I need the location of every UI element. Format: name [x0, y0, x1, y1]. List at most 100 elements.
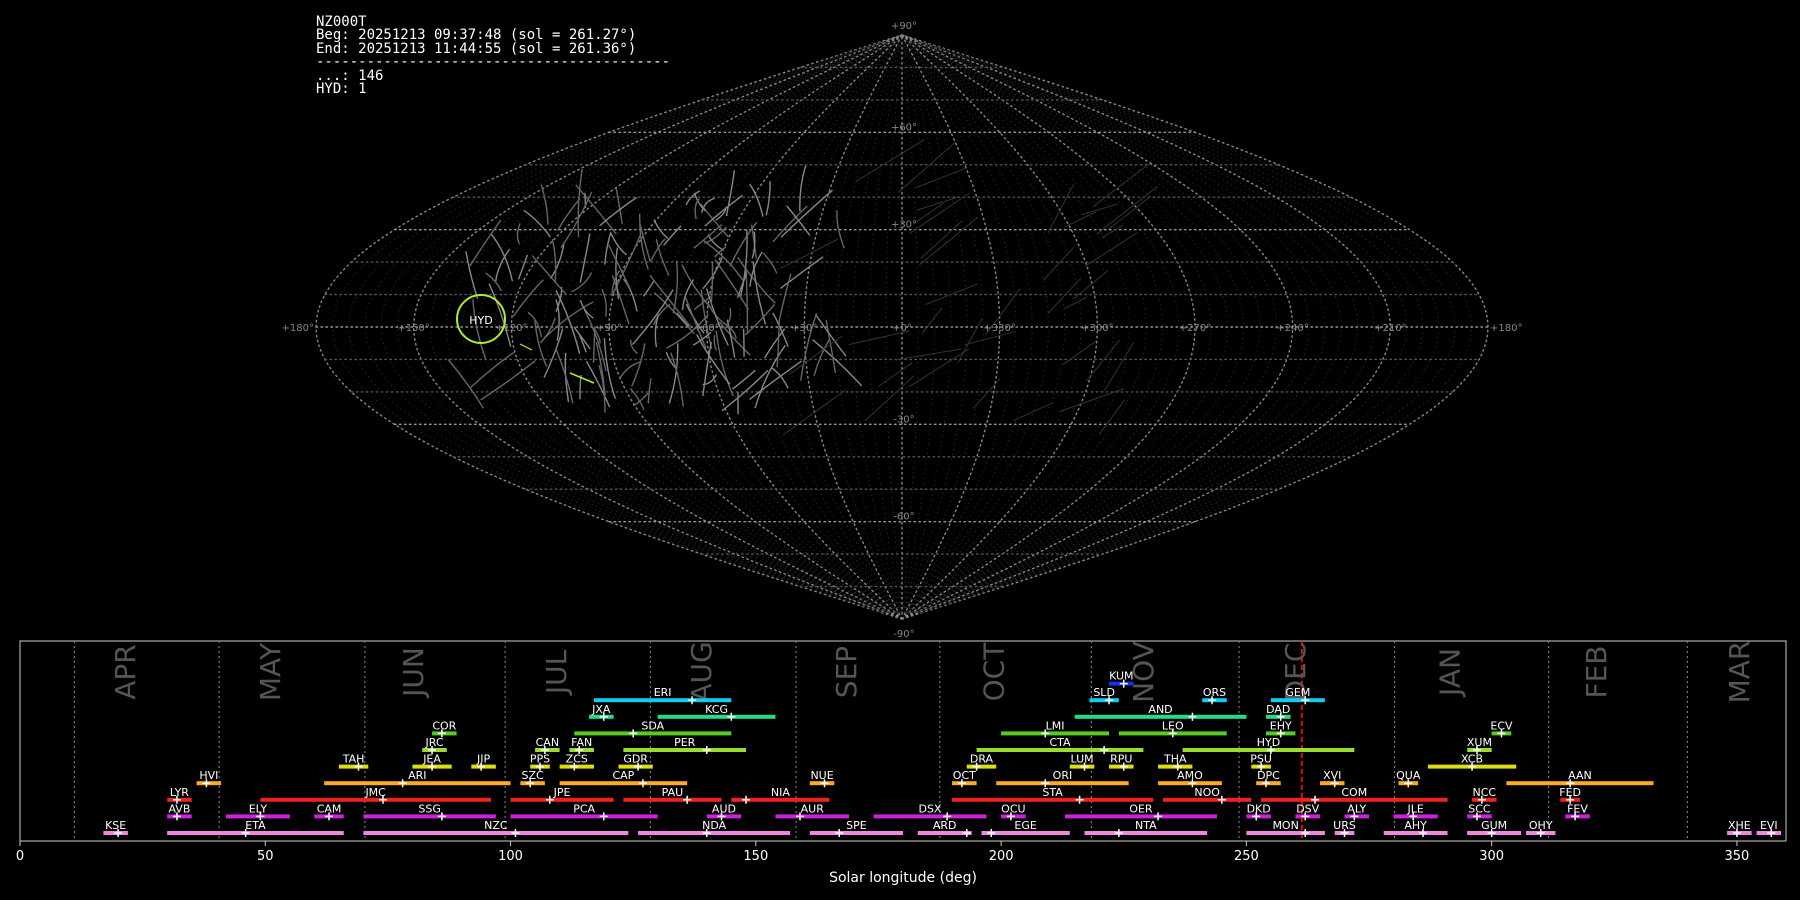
lon-tick-label: +150°	[397, 323, 429, 334]
shower-peak-marker	[972, 762, 981, 771]
shower-peak-marker	[1266, 746, 1275, 754]
shower-label: JIP	[476, 753, 490, 766]
meteor-track	[575, 184, 617, 235]
shower-peak-marker	[511, 829, 520, 837]
month-label: JAN	[1434, 648, 1467, 698]
shower-peak-marker	[477, 762, 486, 771]
shower-label: AUD	[712, 802, 736, 815]
meteor-track	[470, 351, 516, 389]
meteor-track	[786, 205, 811, 236]
shower-bar	[1158, 781, 1222, 786]
shower-bar	[775, 814, 850, 819]
shower-label: FED	[1559, 786, 1581, 799]
meteor-track	[512, 279, 544, 317]
shower-label: ALY	[1347, 802, 1366, 815]
shower-bar	[1266, 714, 1291, 719]
shower-bar	[1319, 781, 1345, 786]
shower-peak-marker	[1075, 795, 1084, 804]
shower-peak-marker	[629, 729, 638, 738]
shower-bar	[422, 748, 447, 752]
shower-peak-marker	[1257, 762, 1266, 771]
shower-label: EVI	[1760, 819, 1778, 832]
shower-peak-marker	[835, 829, 844, 837]
meteor-track-faint	[782, 389, 846, 436]
x-tick-label: 350	[1725, 849, 1750, 864]
shower-peak-marker	[1418, 829, 1427, 837]
shower-peak-marker	[702, 746, 711, 754]
meteor-track-faint	[877, 362, 913, 388]
shower-label: GEM	[1285, 686, 1310, 699]
shower-label: STA	[1042, 786, 1063, 799]
shower-peak-marker	[1477, 795, 1486, 804]
shower-peak-marker	[437, 729, 446, 738]
meteor-track-faint	[916, 196, 959, 211]
shower-label: PPS	[530, 753, 550, 766]
shower-label: DKD	[1247, 802, 1271, 815]
shower-peak-marker	[1080, 762, 1089, 771]
shower-label: SPE	[846, 819, 867, 832]
meteor-track	[663, 225, 682, 246]
shower-label: LMI	[1046, 719, 1065, 732]
shower-label: KCG	[705, 703, 728, 716]
meteor-track-faint	[894, 348, 962, 361]
lat-tick-label: -30°	[893, 414, 914, 425]
shower-bar	[1084, 831, 1208, 835]
shower-label: OER	[1129, 802, 1153, 815]
meteor-track	[701, 197, 715, 213]
shower-label: NDA	[702, 819, 727, 832]
meteor-track	[577, 168, 583, 238]
month-label: FEB	[1580, 645, 1613, 698]
shower-label: KSE	[105, 819, 126, 832]
shower-bar	[1560, 797, 1580, 802]
shower-bar	[731, 797, 830, 802]
radiant-label: HYD	[469, 314, 492, 327]
meteor-track	[647, 378, 652, 404]
shower-peak-marker	[241, 829, 250, 837]
shower-bar	[559, 764, 594, 769]
lon-tick-label: +210°	[1374, 323, 1406, 334]
shower-peak-marker	[1168, 729, 1177, 738]
meteor-track	[573, 326, 591, 350]
shower-peak-marker	[1276, 729, 1285, 738]
shower-label: GDR	[623, 753, 648, 766]
meteor-track-faint	[1107, 196, 1151, 231]
shower-peak-marker	[702, 829, 711, 837]
shower-label: GUM	[1481, 819, 1507, 832]
month-label: SEP	[830, 646, 863, 698]
x-axis-label: Solar longitude (deg)	[829, 870, 977, 886]
shower-peak-marker	[575, 746, 584, 754]
meteor-track	[681, 264, 712, 309]
shower-bar	[520, 781, 545, 786]
shower-bar	[1246, 831, 1325, 835]
shower-label: PSU	[1250, 753, 1272, 766]
shower-label: FAN	[571, 736, 592, 749]
shower-label: NZC	[484, 819, 508, 832]
shower-peak-marker	[1301, 812, 1310, 821]
shower-bar	[1074, 714, 1247, 719]
shower-peak-marker	[535, 762, 544, 771]
shower-label: NIA	[771, 786, 790, 799]
shower-label: JRC	[425, 736, 444, 749]
shower-label: AVB	[168, 802, 190, 815]
shower-label: SCC	[1468, 802, 1491, 815]
shower-label: XVI	[1323, 769, 1341, 782]
shower-label: AAN	[1568, 769, 1592, 782]
meteor-track	[703, 240, 744, 281]
shower-label: JMC	[364, 786, 386, 799]
shower-bar	[167, 831, 344, 835]
month-labels: APR MAY JUN JUL AUG SEP OCT NOV DEC JAN FEB MAR	[73, 641, 1756, 841]
meteor-track-faint	[1080, 203, 1118, 216]
shower-label: SLD	[1093, 686, 1115, 699]
shower-label: XHE	[1728, 819, 1751, 832]
shower-bar	[1467, 748, 1492, 752]
shower-bar	[966, 764, 997, 769]
shower-peak-marker	[1262, 779, 1271, 788]
meteor-track	[585, 360, 611, 408]
shower-label: ORI	[1053, 769, 1073, 782]
shower-label: PAU	[662, 786, 684, 799]
shower-peak-marker	[599, 812, 608, 821]
shower-label: EHY	[1270, 719, 1292, 732]
shower-peak-marker	[202, 779, 211, 788]
shower-bar	[623, 748, 747, 752]
shower-peak-marker	[1497, 729, 1506, 738]
